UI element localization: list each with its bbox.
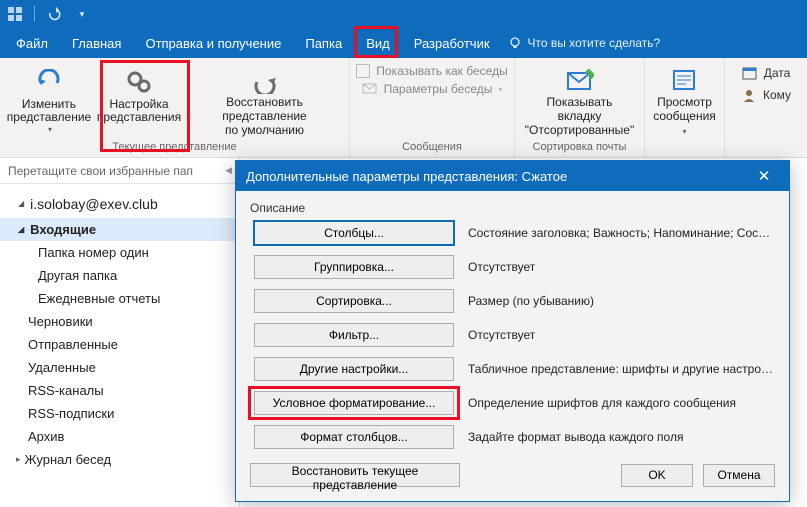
format-columns-desc: Задайте формат вывода каждого поля: [468, 430, 775, 444]
view-settings-label1: Настройка: [109, 98, 168, 112]
ok-button[interactable]: OK: [621, 464, 693, 487]
ribbon-group-arrange: [645, 139, 724, 157]
folder-nav: i.solobay@exev.club Входящие Папка номер…: [0, 158, 240, 507]
show-as-conversations-checkbox: Показывать как беседы: [356, 64, 507, 78]
qat-dropdown-icon[interactable]: ▾: [73, 5, 91, 23]
preview-icon: [671, 68, 699, 95]
menu-folder[interactable]: Папка: [293, 28, 354, 58]
favorites-label: Перетащите свои избранные пап: [8, 164, 193, 178]
show-as-conversations-label: Показывать как беседы: [376, 64, 507, 78]
ribbon-group-messages: Сообщения: [350, 139, 514, 157]
show-focused-label2: "Отсортированные": [525, 124, 634, 138]
dialog-titlebar: Дополнительные параметры представления: …: [236, 161, 789, 191]
message-preview-button[interactable]: Просмотр сообщения ▾: [653, 64, 716, 138]
change-view-button[interactable]: Изменить представление ▾: [8, 64, 90, 138]
dialog-title: Дополнительные параметры представления: …: [246, 169, 567, 184]
gear-icon: [125, 68, 153, 96]
reset-view-label1: Восстановить представление: [188, 96, 341, 124]
tell-me-label: Что вы хотите сделать?: [528, 36, 661, 50]
other-settings-desc: Табличное представление: шрифты и другие…: [468, 362, 775, 376]
chevron-down-icon: ▾: [48, 125, 52, 134]
reset-icon: [251, 68, 279, 95]
person-icon: [741, 88, 757, 102]
change-view-label2: представление: [7, 111, 91, 125]
cancel-button[interactable]: Отмена: [703, 464, 775, 487]
close-icon[interactable]: ✕: [749, 167, 779, 185]
calendar-icon: [742, 66, 758, 80]
sort-button[interactable]: Сортировка...: [254, 289, 454, 313]
filter-button[interactable]: Фильтр...: [254, 323, 454, 347]
columns-button[interactable]: Столбцы...: [254, 221, 454, 245]
nav-archive[interactable]: Архив: [0, 425, 239, 448]
nav-conversation-history[interactable]: Журнал бесед: [0, 448, 239, 471]
nav-inbox[interactable]: Входящие: [0, 218, 239, 241]
group-by-button[interactable]: Группировка...: [254, 255, 454, 279]
conditional-formatting-button[interactable]: Условное форматирование...: [254, 391, 454, 415]
menu-home[interactable]: Главная: [60, 28, 133, 58]
group-by-desc: Отсутствует: [468, 260, 775, 274]
nav-rss[interactable]: RSS-каналы: [0, 379, 239, 402]
to-field-label: Кому: [763, 88, 791, 102]
sort-desc: Размер (по убыванию): [468, 294, 775, 308]
change-view-label1: Изменить: [22, 98, 76, 112]
reset-view-button[interactable]: Восстановить представление по умолчанию: [188, 64, 341, 138]
to-field-button[interactable]: Кому: [741, 88, 791, 102]
bulb-icon: [508, 36, 522, 50]
focused-icon: [566, 68, 594, 95]
menu-view[interactable]: Вид: [354, 28, 402, 58]
preview-label1: Просмотр: [657, 96, 712, 110]
reset-current-view-button[interactable]: Восстановить текущее представление: [250, 463, 460, 487]
conversation-settings-button: Параметры беседы ▾: [362, 82, 503, 96]
description-group-label: Описание: [250, 201, 775, 215]
change-view-icon: [35, 68, 63, 96]
conversation-settings-label: Параметры беседы: [384, 82, 493, 96]
nav-folder-1[interactable]: Папка номер один: [0, 241, 239, 264]
format-columns-button[interactable]: Формат столбцов...: [254, 425, 454, 449]
show-focused-button[interactable]: Показывать вкладку "Отсортированные": [523, 64, 636, 138]
ribbon: Изменить представление ▾ Настройка предс…: [0, 58, 807, 158]
nav-drafts[interactable]: Черновики: [0, 310, 239, 333]
nav-folder-3[interactable]: Ежедневные отчеты: [0, 287, 239, 310]
ribbon-group-sort: Сортировка почты: [515, 139, 644, 157]
undo-icon[interactable]: [45, 5, 63, 23]
date-field-button[interactable]: Дата: [742, 66, 791, 80]
filter-desc: Отсутствует: [468, 328, 775, 342]
app-icon: [6, 5, 24, 23]
titlebar: ▾: [0, 0, 807, 28]
nav-deleted[interactable]: Удаленные: [0, 356, 239, 379]
tell-me[interactable]: Что вы хотите сделать?: [508, 36, 661, 50]
chevron-left-icon[interactable]: ◀: [225, 165, 232, 176]
reset-view-label2: по умолчанию: [225, 124, 304, 138]
separator: [34, 6, 35, 22]
menu-sendreceive[interactable]: Отправка и получение: [133, 28, 293, 58]
view-settings-button[interactable]: Настройка представления: [98, 64, 180, 138]
advanced-view-settings-dialog: Дополнительные параметры представления: …: [235, 160, 790, 502]
other-settings-button[interactable]: Другие настройки...: [254, 357, 454, 381]
ribbon-group-current-view: Текущее представление: [0, 139, 349, 157]
conditional-formatting-desc: Определение шрифтов для каждого сообщени…: [468, 396, 775, 410]
conversation-icon: [362, 82, 378, 96]
favorites-bar[interactable]: Перетащите свои избранные пап ◀: [0, 158, 240, 184]
show-focused-label1: Показывать вкладку: [523, 96, 636, 124]
date-field-label: Дата: [764, 66, 791, 80]
menu-developer[interactable]: Разработчик: [402, 28, 502, 58]
columns-desc: Состояние заголовка; Важность; Напоминан…: [468, 226, 775, 240]
nav-folder-2[interactable]: Другая папка: [0, 264, 239, 287]
checkbox-icon: [356, 64, 370, 78]
menu-file[interactable]: Файл: [4, 28, 60, 58]
menubar: Файл Главная Отправка и получение Папка …: [0, 28, 807, 58]
nav-account[interactable]: i.solobay@exev.club: [0, 188, 239, 218]
nav-rss-subs[interactable]: RSS-подписки: [0, 402, 239, 425]
nav-sent[interactable]: Отправленные: [0, 333, 239, 356]
preview-label2: сообщения ▾: [653, 110, 716, 138]
view-settings-label2: представления: [97, 111, 181, 125]
